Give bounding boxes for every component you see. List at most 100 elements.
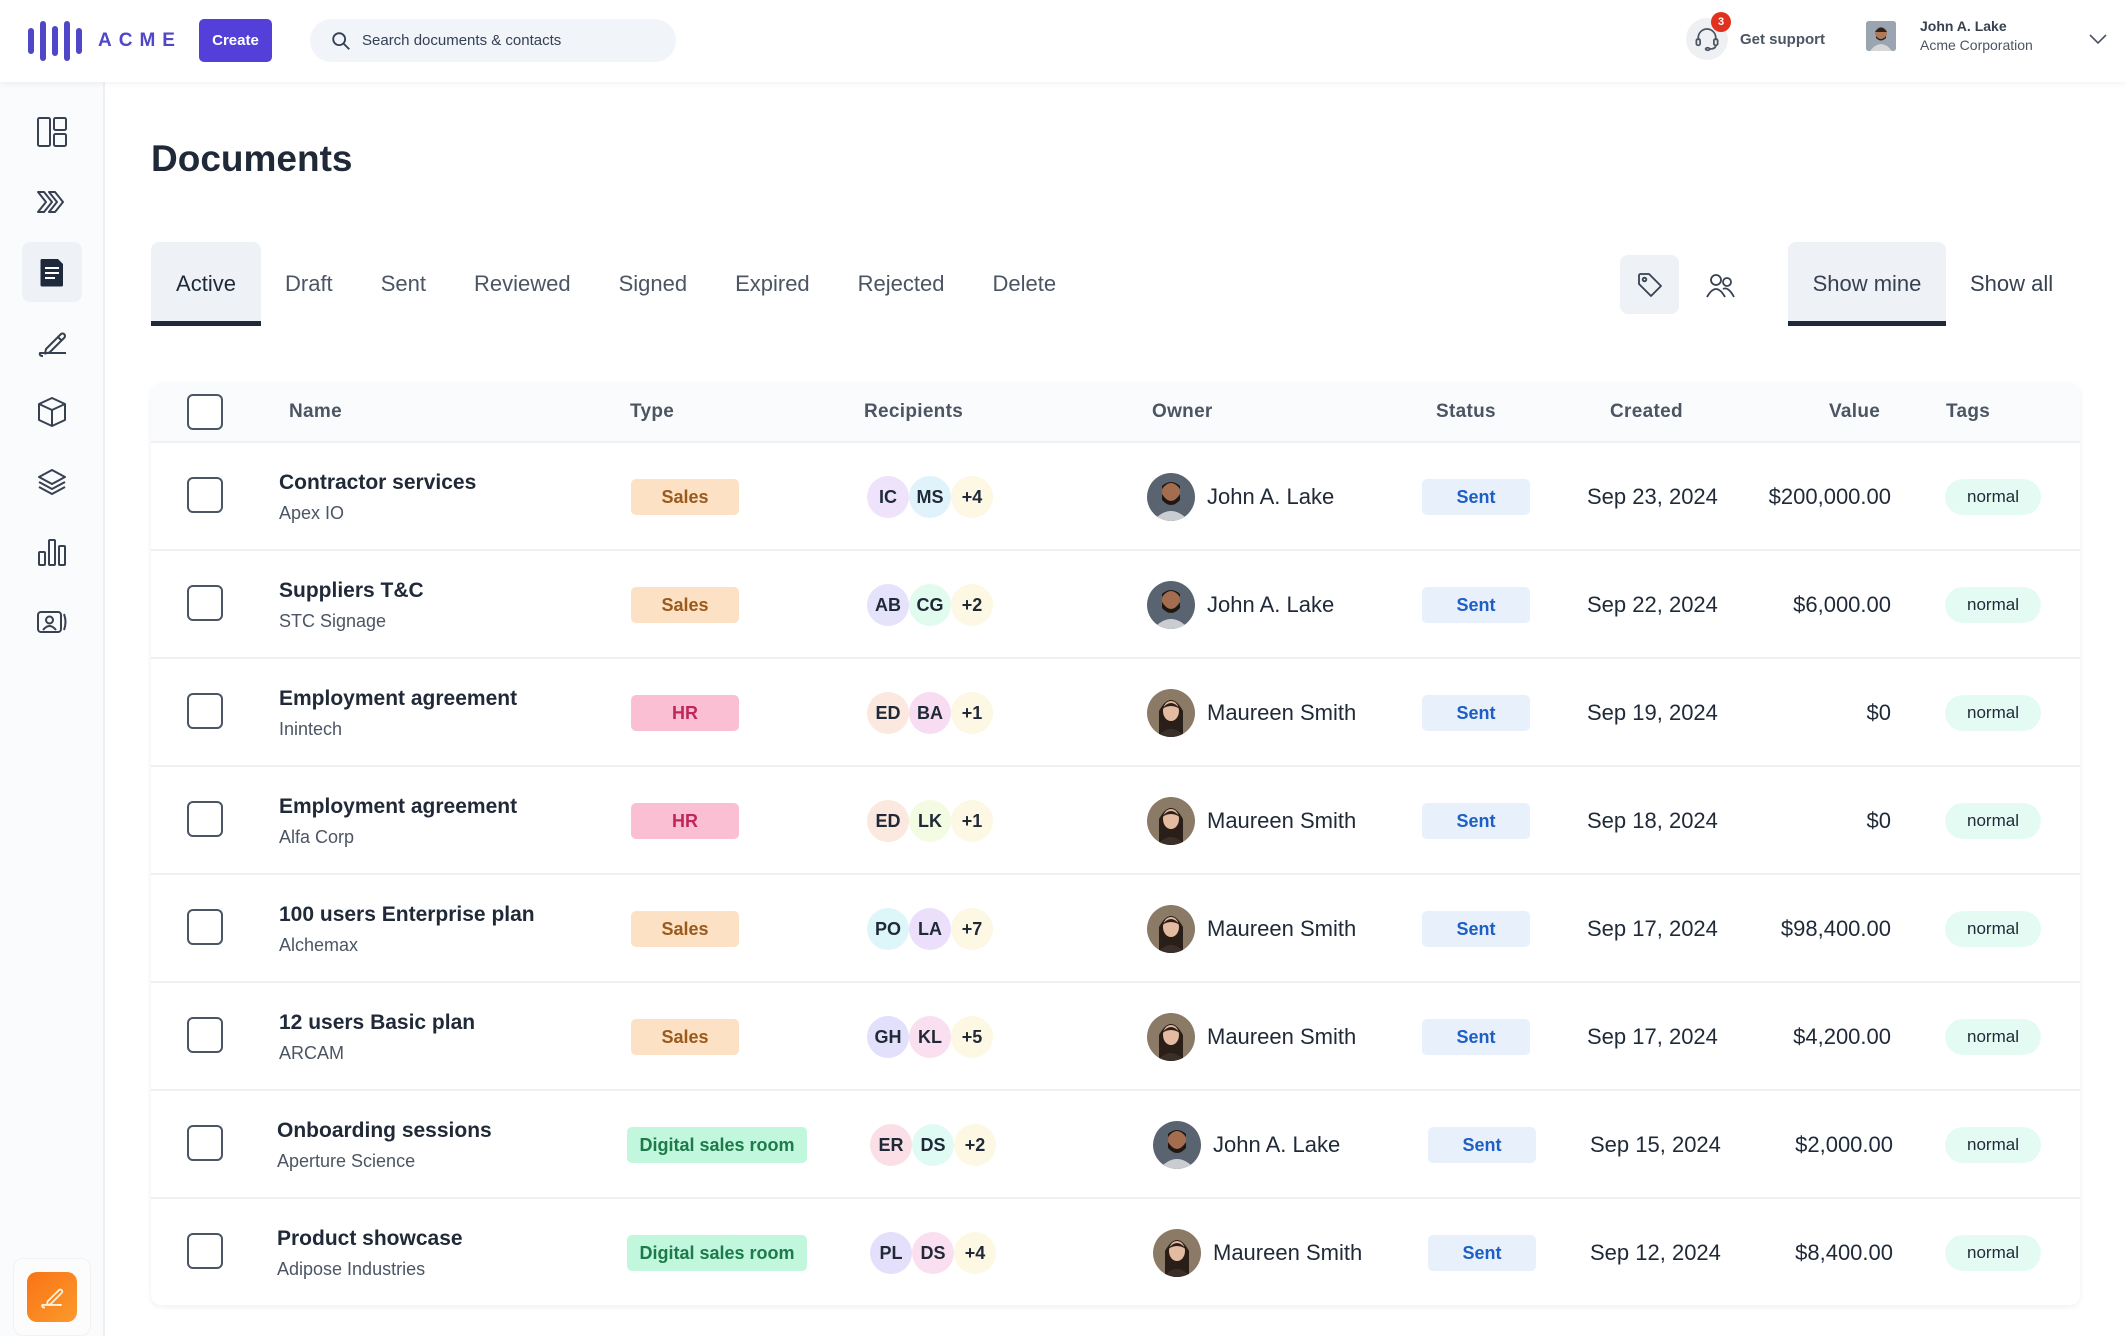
column-header-name[interactable]: Name <box>289 383 342 441</box>
get-support-button[interactable]: 3 Get support <box>1686 12 1825 60</box>
tab-rejected[interactable]: Rejected <box>834 242 969 326</box>
sidebar-item-signatures[interactable] <box>22 312 82 372</box>
table-row[interactable]: 12 users Basic plan ARCAM Sales GH KL +5 M… <box>151 981 2080 1089</box>
document-name[interactable]: Suppliers T&C <box>279 579 424 603</box>
recipients-more-count[interactable]: +1 <box>951 800 993 842</box>
document-name[interactable]: Onboarding sessions <box>277 1119 492 1143</box>
select-all-checkbox[interactable] <box>187 394 223 430</box>
recipient-avatar[interactable]: GH <box>867 1016 909 1058</box>
column-header-owner[interactable]: Owner <box>1152 383 1213 441</box>
row-checkbox[interactable] <box>187 585 223 621</box>
create-button[interactable]: Create <box>199 19 272 62</box>
user-menu[interactable]: John A. Lake Acme Corporation <box>1866 18 2033 53</box>
row-checkbox[interactable] <box>187 1233 223 1269</box>
quick-sign-button[interactable] <box>27 1272 77 1322</box>
recipients-cell[interactable]: PO LA +7 <box>867 875 993 983</box>
tag-badge[interactable]: normal <box>1945 803 2041 839</box>
recipients-cell[interactable]: PL DS +4 <box>870 1199 996 1305</box>
recipients-more-count[interactable]: +1 <box>951 692 993 734</box>
recipients-more-count[interactable]: +5 <box>951 1016 993 1058</box>
table-row[interactable]: Onboarding sessions Aperture Science Dig… <box>151 1089 2080 1197</box>
team-filter-button[interactable] <box>1691 255 1750 314</box>
document-name-cell[interactable]: Employment agreement Alfa Corp <box>279 767 517 875</box>
document-name-cell[interactable]: Contractor services Apex IO <box>279 443 476 551</box>
row-checkbox[interactable] <box>187 477 223 513</box>
document-name-cell[interactable]: Product showcase Adipose Industries <box>277 1199 463 1305</box>
column-header-value[interactable]: Value <box>1829 383 1880 441</box>
recipients-more-count[interactable]: +2 <box>954 1124 996 1166</box>
recipient-avatar[interactable]: CG <box>909 584 951 626</box>
tag-badge[interactable]: normal <box>1945 1019 2041 1055</box>
document-name-cell[interactable]: Suppliers T&C STC Signage <box>279 551 424 659</box>
recipient-avatar[interactable]: IC <box>867 476 909 518</box>
recipients-cell[interactable]: ER DS +2 <box>870 1091 996 1199</box>
sidebar-item-reports[interactable] <box>22 522 82 582</box>
tab-signed[interactable]: Signed <box>595 242 712 326</box>
recipient-avatar[interactable]: AB <box>867 584 909 626</box>
tab-expired[interactable]: Expired <box>711 242 834 326</box>
acme-logo[interactable]: ACME <box>28 18 182 64</box>
column-header-recipients[interactable]: Recipients <box>864 383 963 441</box>
tab-draft[interactable]: Draft <box>261 242 357 326</box>
tab-active[interactable]: Active <box>151 242 261 326</box>
recipient-avatar[interactable]: DS <box>912 1232 954 1274</box>
document-name[interactable]: 100 users Enterprise plan <box>279 903 535 927</box>
tab-reviewed[interactable]: Reviewed <box>450 242 595 326</box>
tab-sent[interactable]: Sent <box>357 242 450 326</box>
row-checkbox[interactable] <box>187 1125 223 1161</box>
document-name[interactable]: Employment agreement <box>279 687 517 711</box>
tab-delete[interactable]: Delete <box>969 242 1081 326</box>
row-checkbox[interactable] <box>187 1017 223 1053</box>
sidebar-item-documents[interactable] <box>22 242 82 302</box>
tag-badge[interactable]: normal <box>1945 1235 2041 1271</box>
table-row[interactable]: Employment agreement Alfa Corp HR ED LK +1… <box>151 765 2080 873</box>
recipients-cell[interactable]: IC MS +4 <box>867 443 993 551</box>
recipients-more-count[interactable]: +4 <box>954 1232 996 1274</box>
recipient-avatar[interactable]: LA <box>909 908 951 950</box>
tag-badge[interactable]: normal <box>1945 695 2041 731</box>
tab-show-mine[interactable]: Show mine <box>1788 242 1946 326</box>
search-bar[interactable] <box>310 19 676 62</box>
recipient-avatar[interactable]: LK <box>909 800 951 842</box>
recipients-cell[interactable]: ED LK +1 <box>867 767 993 875</box>
recipient-avatar[interactable]: KL <box>909 1016 951 1058</box>
column-header-tags[interactable]: Tags <box>1946 383 1990 441</box>
tag-badge[interactable]: normal <box>1945 1127 2041 1163</box>
table-row[interactable]: Contractor services Apex IO Sales IC MS +4… <box>151 441 2080 549</box>
row-checkbox[interactable] <box>187 801 223 837</box>
recipient-avatar[interactable]: PL <box>870 1232 912 1274</box>
recipient-avatar[interactable]: DS <box>912 1124 954 1166</box>
column-header-type[interactable]: Type <box>630 383 674 441</box>
tab-show-all[interactable]: Show all <box>1946 242 2077 326</box>
recipients-more-count[interactable]: +2 <box>951 584 993 626</box>
sidebar-item-pipeline[interactable] <box>22 172 82 232</box>
column-header-created[interactable]: Created <box>1610 383 1683 441</box>
recipient-avatar[interactable]: MS <box>909 476 951 518</box>
search-input[interactable] <box>362 32 652 49</box>
document-name[interactable]: Employment agreement <box>279 795 517 819</box>
recipients-more-count[interactable]: +4 <box>951 476 993 518</box>
table-row[interactable]: 100 users Enterprise plan Alchemax Sales… <box>151 873 2080 981</box>
recipients-cell[interactable]: GH KL +5 <box>867 983 993 1091</box>
recipient-avatar[interactable]: ED <box>867 800 909 842</box>
recipient-avatar[interactable]: ER <box>870 1124 912 1166</box>
row-checkbox[interactable] <box>187 693 223 729</box>
tag-filter-button[interactable] <box>1620 255 1679 314</box>
recipients-more-count[interactable]: +7 <box>951 908 993 950</box>
table-row[interactable]: Product showcase Adipose Industries Digi… <box>151 1197 2080 1305</box>
table-row[interactable]: Suppliers T&C STC Signage Sales AB CG +2 J… <box>151 549 2080 657</box>
sidebar-item-contacts[interactable] <box>22 592 82 652</box>
recipient-avatar[interactable]: PO <box>867 908 909 950</box>
document-name[interactable]: Product showcase <box>277 1227 463 1251</box>
document-name-cell[interactable]: Onboarding sessions Aperture Science <box>277 1091 492 1199</box>
tag-badge[interactable]: normal <box>1945 587 2041 623</box>
sidebar-item-products[interactable] <box>22 382 82 442</box>
sidebar-item-dashboard[interactable] <box>22 102 82 162</box>
tag-badge[interactable]: normal <box>1945 479 2041 515</box>
sidebar-item-templates[interactable] <box>22 452 82 512</box>
chevron-down-icon[interactable] <box>2088 32 2108 46</box>
recipient-avatar[interactable]: ED <box>867 692 909 734</box>
recipients-cell[interactable]: ED BA +1 <box>867 659 993 767</box>
document-name-cell[interactable]: 12 users Basic plan ARCAM <box>279 983 475 1091</box>
document-name-cell[interactable]: Employment agreement Inintech <box>279 659 517 767</box>
